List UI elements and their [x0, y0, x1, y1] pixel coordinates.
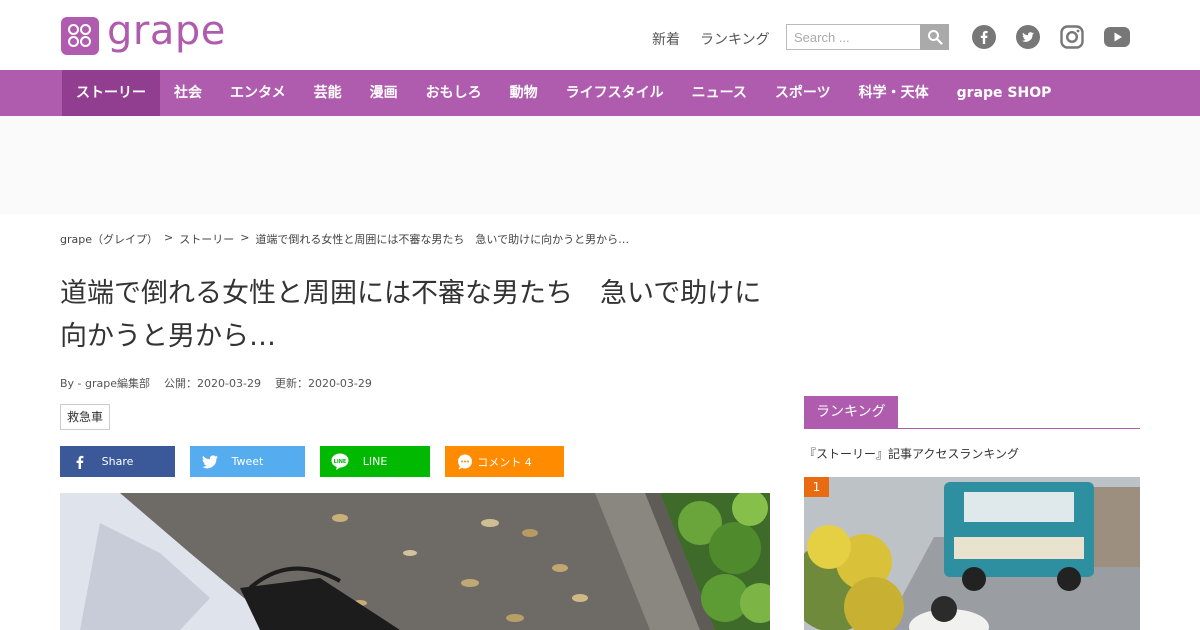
nav-item-science[interactable]: 科学・天体: [845, 70, 943, 116]
ranking-subtitle: 『ストーリー』記事アクセスランキング: [804, 447, 1020, 461]
ranking-link[interactable]: ランキング: [700, 29, 770, 49]
nav-item-funny[interactable]: おもしろ: [412, 70, 496, 116]
nav-item-manga[interactable]: 漫画: [356, 70, 412, 116]
youtube-icon[interactable]: [1104, 25, 1130, 49]
rank-badge: 1: [804, 477, 829, 497]
article-title: 道端で倒れる女性と周囲には不審な男たち 急いで助けに向かうと男から…: [60, 278, 762, 352]
logo-mark-icon: [61, 17, 99, 55]
twitter-share-label: Tweet: [231, 455, 264, 468]
nav-item-animals[interactable]: 動物: [496, 70, 552, 116]
line-share-label: LINE: [362, 455, 388, 468]
breadcrumb-separator: >: [240, 231, 250, 244]
new-articles-link[interactable]: 新着: [652, 29, 680, 49]
line-share-button[interactable]: LINE LINE: [320, 446, 430, 477]
breadcrumb-separator: >: [164, 231, 174, 244]
site-header: grape 新着 ランキング: [0, 0, 1200, 70]
article-main-image: [60, 493, 770, 630]
article-author: By - grape編集部: [60, 377, 151, 390]
comment-button[interactable]: コメント 4: [445, 446, 564, 477]
breadcrumb-current: 道端で倒れる女性と周囲には不審な男たち 急いで助けに向かうと男から…: [255, 233, 630, 246]
search-form: [786, 24, 949, 50]
ranking-item-1[interactable]: 1: [804, 477, 1140, 630]
article-tag[interactable]: 救急車: [60, 404, 111, 430]
instagram-icon[interactable]: [1060, 25, 1084, 49]
article-meta: By - grape編集部 公開：2020-03-29 更新：2020-03-2…: [60, 375, 372, 391]
nav-item-news[interactable]: ニュース: [678, 70, 761, 116]
article-updated: 更新：2020-03-29: [274, 377, 372, 390]
twitter-share-button[interactable]: Tweet: [190, 446, 305, 477]
nav-item-shop[interactable]: grape SHOP: [943, 70, 1066, 116]
social-links: [972, 25, 1130, 49]
facebook-share-label: Share: [101, 455, 134, 468]
nav-item-sports[interactable]: スポーツ: [761, 70, 845, 116]
logo-text: grape: [107, 8, 226, 54]
ranking-header: ランキング: [804, 396, 1140, 429]
article-published: 公開：2020-03-29: [164, 377, 261, 390]
search-button[interactable]: [920, 24, 949, 50]
search-icon: [927, 30, 943, 45]
site-logo[interactable]: grape: [61, 11, 226, 55]
comment-label: コメント 4: [477, 455, 532, 469]
nav-item-story[interactable]: ストーリー: [62, 70, 160, 116]
nav-item-entertainment[interactable]: エンタメ: [216, 70, 300, 116]
nav-item-lifestyle[interactable]: ライフスタイル: [552, 70, 678, 116]
facebook-icon[interactable]: [972, 25, 996, 49]
category-nav: ストーリー 社会 エンタメ 芸能 漫画 おもしろ 動物 ライフスタイル ニュース…: [0, 70, 1200, 116]
search-input[interactable]: [786, 24, 920, 50]
ranking-title: ランキング: [804, 396, 898, 428]
facebook-share-button[interactable]: Share: [60, 446, 175, 477]
nav-item-celebrity[interactable]: 芸能: [300, 70, 356, 116]
twitter-icon[interactable]: [1016, 25, 1040, 49]
ranking-item-image: [804, 477, 1140, 630]
breadcrumb: grape（グレイプ） > ストーリー > 道端で倒れる女性と周囲には不審な男た…: [60, 231, 629, 247]
nav-item-society[interactable]: 社会: [160, 70, 216, 116]
top-links: 新着 ランキング: [652, 29, 770, 49]
breadcrumb-home[interactable]: grape（グレイプ）: [60, 231, 158, 247]
ad-banner-area: [0, 116, 1200, 214]
breadcrumb-category[interactable]: ストーリー: [179, 231, 234, 247]
